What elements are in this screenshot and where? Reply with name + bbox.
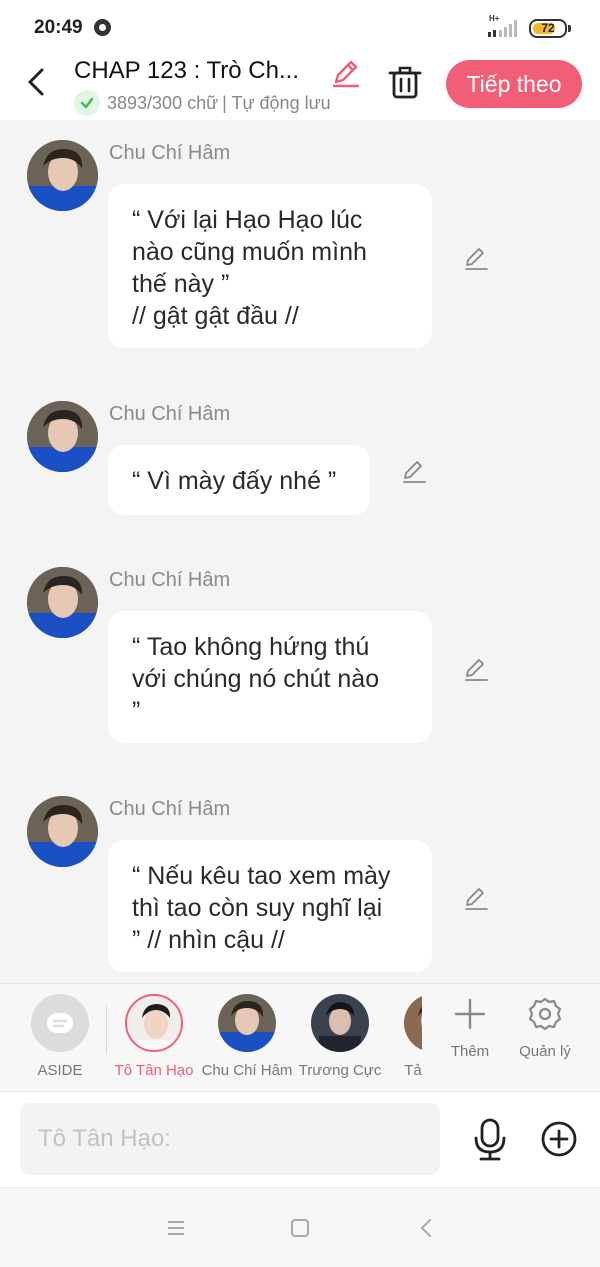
input-bar	[0, 1091, 600, 1187]
signal-icon	[488, 20, 517, 37]
editor-header: CHAP 123 : Trò Ch... 3893/300 chữ | Tự đ…	[0, 56, 600, 120]
aside-icon	[31, 994, 89, 1052]
sender-name: Chu Chí Hâm	[109, 569, 231, 591]
character-label: Tô Tân Hạo	[114, 1062, 194, 1079]
system-nav-bar	[0, 1187, 600, 1267]
avatar	[218, 994, 276, 1052]
character-label: ASIDE	[37, 1062, 83, 1079]
add-character-button[interactable]: Thêm	[430, 996, 510, 1060]
manage-characters-button[interactable]: Quản lý	[505, 996, 585, 1060]
sender-name: Chu Chí Hâm	[109, 403, 231, 425]
microphone-icon[interactable]	[470, 1118, 510, 1162]
character-ta-hang[interactable]: Tả Hàng	[386, 994, 422, 1079]
character-bar: ASIDE Tô Tân Hạo Chu Chí Hâm Trương Cực	[0, 983, 600, 1091]
character-truong-cuc[interactable]: Trương Cực	[293, 994, 387, 1079]
home-square-icon[interactable]	[288, 1216, 312, 1240]
gear-icon	[528, 997, 562, 1031]
edit-message-icon[interactable]	[462, 655, 490, 683]
sender-name: Chu Chí Hâm	[109, 142, 231, 164]
edit-title-button[interactable]	[330, 56, 362, 88]
message-input[interactable]	[20, 1103, 440, 1175]
character-label: Tả Hàng	[404, 1062, 422, 1079]
avatar	[404, 994, 422, 1052]
character-aside[interactable]: ASIDE	[13, 994, 107, 1079]
character-to-tan-hao[interactable]: Tô Tân Hạo	[107, 994, 201, 1079]
delete-button[interactable]	[386, 62, 424, 102]
character-label: Trương Cực	[298, 1062, 382, 1079]
next-button[interactable]: Tiếp theo	[446, 60, 582, 108]
message-bubble[interactable]: “ Với lại Hạo Hạo lúc nào cũng muốn mình…	[108, 184, 432, 348]
edit-message-icon[interactable]	[462, 884, 490, 912]
message-bubble[interactable]: “ Tao không hứng thú với chúng nó chút n…	[108, 611, 432, 743]
battery-icon: 72	[529, 19, 571, 38]
chapter-title[interactable]: CHAP 123 : Trò Ch...	[74, 57, 299, 85]
avatar[interactable]	[27, 567, 98, 638]
avatar	[311, 994, 369, 1052]
check-icon	[74, 90, 100, 116]
edit-message-icon[interactable]	[400, 457, 428, 485]
manage-label: Quản lý	[519, 1043, 571, 1060]
edit-message-icon[interactable]	[462, 244, 490, 272]
add-circle-icon[interactable]	[540, 1120, 578, 1158]
plus-icon	[454, 998, 486, 1030]
status-time: 20:49	[34, 17, 83, 38]
sender-name: Chu Chí Hâm	[109, 798, 231, 820]
menu-icon[interactable]	[164, 1216, 188, 1240]
battery-level: 72	[541, 21, 555, 35]
character-list[interactable]: ASIDE Tô Tân Hạo Chu Chí Hâm Trương Cực	[0, 984, 422, 1091]
music-disc-icon	[94, 19, 111, 36]
message-bubble[interactable]: “ Nếu kêu tao xem mày thì tao còn suy ng…	[108, 840, 432, 972]
back-triangle-icon[interactable]	[414, 1216, 438, 1240]
avatar[interactable]	[27, 140, 98, 211]
character-chu-chi-ham[interactable]: Chu Chí Hâm	[200, 994, 294, 1079]
word-count: 3893/300 chữ	[107, 92, 219, 113]
avatar[interactable]	[27, 796, 98, 867]
autosave-status: | Tự động lưu	[222, 92, 331, 113]
avatar[interactable]	[27, 401, 98, 472]
status-bar: 20:49 H+ 72	[0, 0, 600, 56]
chapter-meta: 3893/300 chữ | Tự động lưu	[74, 90, 331, 116]
message-bubble[interactable]: “ Vì mày đấy nhé ”	[108, 445, 370, 515]
avatar	[125, 994, 183, 1052]
add-label: Thêm	[450, 1043, 490, 1060]
character-label: Chu Chí Hâm	[201, 1062, 293, 1079]
back-button[interactable]	[20, 62, 56, 102]
